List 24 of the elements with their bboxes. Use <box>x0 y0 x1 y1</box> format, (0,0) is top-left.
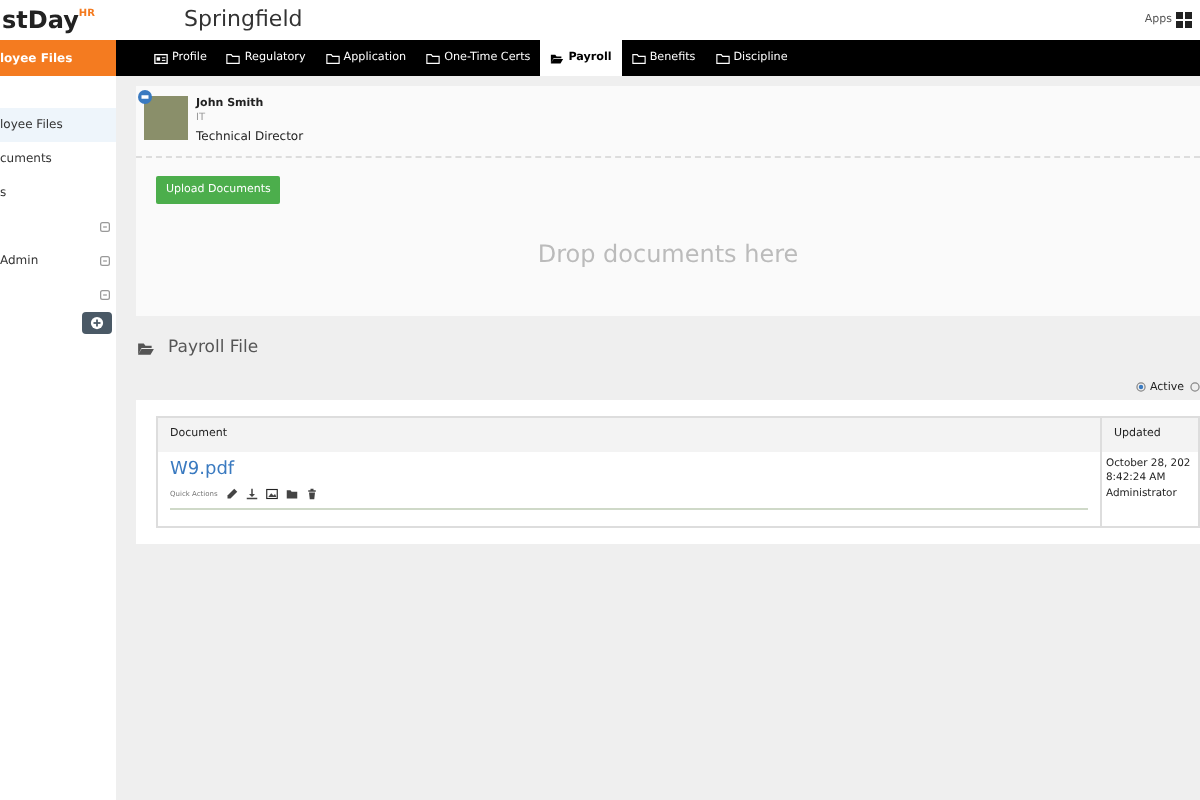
download-icon[interactable] <box>245 488 258 501</box>
dropzone-text: Drop documents here <box>535 238 801 272</box>
section-heading: Payroll File <box>168 336 259 362</box>
open-folder-icon <box>136 339 156 358</box>
trash-icon[interactable] <box>305 488 318 501</box>
folder-icon <box>426 51 441 65</box>
pencil-icon[interactable] <box>225 488 238 501</box>
folder-icon <box>631 51 646 65</box>
image-icon[interactable] <box>265 488 278 501</box>
radio-button[interactable] <box>1190 382 1200 393</box>
radio-button[interactable] <box>1135 382 1146 393</box>
grid-icon <box>1176 12 1192 28</box>
company-name: Springfield <box>184 3 303 36</box>
folder-icon <box>715 51 730 65</box>
open-folder-icon <box>550 51 565 65</box>
photo-placeholder <box>144 96 188 140</box>
folder-icon <box>226 51 241 65</box>
id-card-icon <box>154 51 168 65</box>
folder-icon <box>325 51 340 65</box>
add-button[interactable] <box>82 312 112 334</box>
plus-icon <box>90 316 104 330</box>
logo: stDay$^{HR}$ <box>2 8 97 32</box>
folder-icon[interactable] <box>285 488 298 501</box>
document-link[interactable]: W9.pdf <box>158 451 247 485</box>
